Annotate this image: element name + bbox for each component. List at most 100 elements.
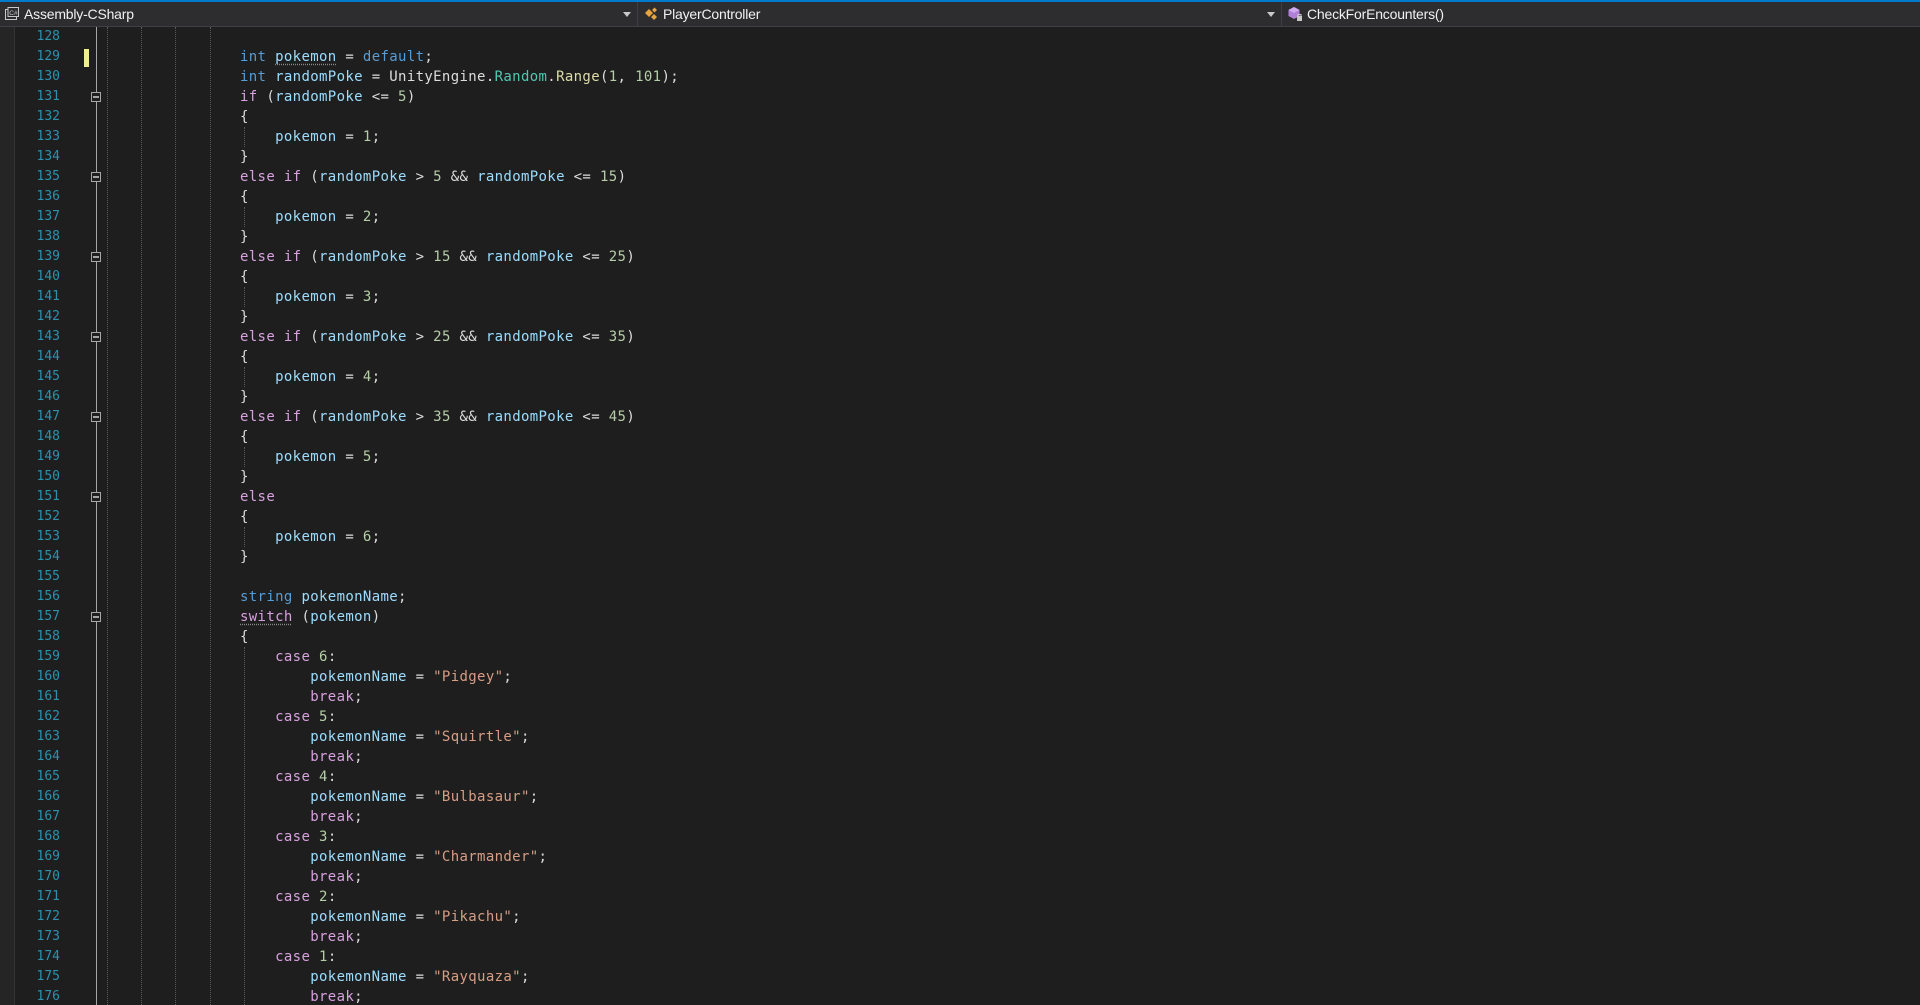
code-line[interactable]: 142} [0, 307, 1920, 327]
code-text: else if (randomPoke > 25 && randomPoke <… [240, 329, 636, 345]
code-line[interactable]: 172 pokemonName = "Pikachu"; [0, 907, 1920, 927]
code-line[interactable]: 138} [0, 227, 1920, 247]
code-line[interactable]: 175 pokemonName = "Rayquaza"; [0, 967, 1920, 987]
member-label: CheckForEncounters() [1307, 6, 1444, 22]
code-text: case 4: [275, 769, 337, 785]
code-line[interactable]: 168 case 3: [0, 827, 1920, 847]
code-line[interactable]: 148 { [0, 427, 1920, 447]
code-line[interactable]: 146} [0, 387, 1920, 407]
code-line[interactable]: 165 case 4: [0, 767, 1920, 787]
collapse-icon[interactable] [91, 612, 101, 622]
code-line[interactable]: 160 pokemonName = "Pidgey"; [0, 667, 1920, 687]
line-number: 169 [36, 849, 60, 864]
code-text: } [240, 549, 249, 565]
code-line[interactable]: 176 break; [0, 987, 1920, 1005]
code-line[interactable]: 133 pokemon = 1; [0, 127, 1920, 147]
code-text: { [240, 349, 249, 365]
line-number: 176 [36, 989, 60, 1004]
code-line[interactable]: 161 break; [0, 687, 1920, 707]
code-line[interactable]: 157 switch (pokemon) [0, 607, 1920, 627]
code-line[interactable]: 136 { [0, 187, 1920, 207]
code-line[interactable]: 149 pokemon = 5; [0, 447, 1920, 467]
code-line[interactable]: 151 else [0, 487, 1920, 507]
collapse-icon[interactable] [91, 172, 101, 182]
code-line[interactable]: 128 [0, 27, 1920, 47]
code-line[interactable]: 132 { [0, 107, 1920, 127]
code-line[interactable]: 153 pokemon = 6; [0, 527, 1920, 547]
code-line[interactable]: 167 break; [0, 807, 1920, 827]
code-line[interactable]: 137 pokemon = 2; [0, 207, 1920, 227]
code-text: pokemonName = "Bulbasaur"; [310, 789, 539, 805]
collapse-icon[interactable] [91, 332, 101, 342]
line-number: 175 [36, 969, 60, 984]
code-line[interactable]: 129 int pokemon = default; [0, 47, 1920, 67]
line-number: 162 [36, 709, 60, 724]
line-number: 128 [36, 29, 60, 44]
code-line[interactable]: 173 break; [0, 927, 1920, 947]
code-line[interactable]: 164 break; [0, 747, 1920, 767]
code-text: { [240, 269, 249, 285]
line-number: 133 [36, 129, 60, 144]
line-number: 134 [36, 149, 60, 164]
code-line[interactable]: 130 int randomPoke = UnityEngine.Random.R… [0, 67, 1920, 87]
code-line[interactable]: 134} [0, 147, 1920, 167]
code-line[interactable]: 131 if (randomPoke <= 5) [0, 87, 1920, 107]
code-line[interactable]: 171 case 2: [0, 887, 1920, 907]
type-dropdown[interactable]: PlayerController [639, 2, 1282, 26]
chevron-down-icon[interactable] [1264, 7, 1278, 21]
indent-guide [244, 207, 245, 227]
code-line[interactable]: 166 pokemonName = "Bulbasaur"; [0, 787, 1920, 807]
code-line[interactable]: 139 else if (randomPoke > 15 && randomPok… [0, 247, 1920, 267]
member-dropdown[interactable]: CheckForEncounters() [1283, 2, 1920, 26]
collapse-icon[interactable] [91, 252, 101, 262]
code-text: case 3: [275, 829, 337, 845]
code-line[interactable]: 155 [0, 567, 1920, 587]
line-number: 154 [36, 549, 60, 564]
code-line[interactable]: 163 pokemonName = "Squirtle"; [0, 727, 1920, 747]
code-text: } [240, 229, 249, 245]
line-number: 165 [36, 769, 60, 784]
code-line[interactable]: 152 { [0, 507, 1920, 527]
code-line[interactable]: 174 case 1: [0, 947, 1920, 967]
code-line[interactable]: 147 else if (randomPoke > 35 && randomPok… [0, 407, 1920, 427]
code-text: pokemonName = "Rayquaza"; [310, 969, 530, 985]
type-label: PlayerController [663, 6, 761, 22]
code-text: else if (randomPoke > 5 && randomPoke <=… [240, 169, 627, 185]
code-line[interactable]: 169 pokemonName = "Charmander"; [0, 847, 1920, 867]
code-text: break; [310, 809, 363, 825]
indent-guide [244, 367, 245, 387]
line-number: 149 [36, 449, 60, 464]
line-number: 142 [36, 309, 60, 324]
indent-guide [244, 447, 245, 467]
line-number: 150 [36, 469, 60, 484]
project-label: Assembly-CSharp [24, 6, 134, 22]
code-line[interactable]: 150} [0, 467, 1920, 487]
collapse-icon[interactable] [91, 492, 101, 502]
code-line[interactable]: 141 pokemon = 3; [0, 287, 1920, 307]
code-line[interactable]: 143 else if (randomPoke > 25 && randomPok… [0, 327, 1920, 347]
line-number: 143 [36, 329, 60, 344]
project-dropdown[interactable]: C# Assembly-CSharp [0, 2, 638, 26]
line-number: 139 [36, 249, 60, 264]
navigation-bar: C# Assembly-CSharp PlayerController Chec… [0, 0, 1920, 27]
code-line[interactable]: 140 { [0, 267, 1920, 287]
code-line[interactable]: 154} [0, 547, 1920, 567]
code-line[interactable]: 144 { [0, 347, 1920, 367]
chevron-down-icon[interactable] [620, 7, 634, 21]
collapse-icon[interactable] [91, 412, 101, 422]
code-editor[interactable]: 128 129 int pokemon = default; 130 int rando… [0, 27, 1920, 1005]
code-line[interactable]: 135 else if (randomPoke > 5 && randomPoke… [0, 167, 1920, 187]
code-line[interactable]: 159 case 6: [0, 647, 1920, 667]
code-line[interactable]: 158 { [0, 627, 1920, 647]
code-line[interactable]: 162 case 5: [0, 707, 1920, 727]
indent-guide [244, 527, 245, 547]
line-number: 172 [36, 909, 60, 924]
line-number: 144 [36, 349, 60, 364]
line-number: 168 [36, 829, 60, 844]
code-line[interactable]: 170 break; [0, 867, 1920, 887]
code-line[interactable]: 145 pokemon = 4; [0, 367, 1920, 387]
code-line[interactable]: 156 string pokemonName; [0, 587, 1920, 607]
collapse-icon[interactable] [91, 92, 101, 102]
line-number: 160 [36, 669, 60, 684]
code-text: pokemonName = "Charmander"; [310, 849, 548, 865]
